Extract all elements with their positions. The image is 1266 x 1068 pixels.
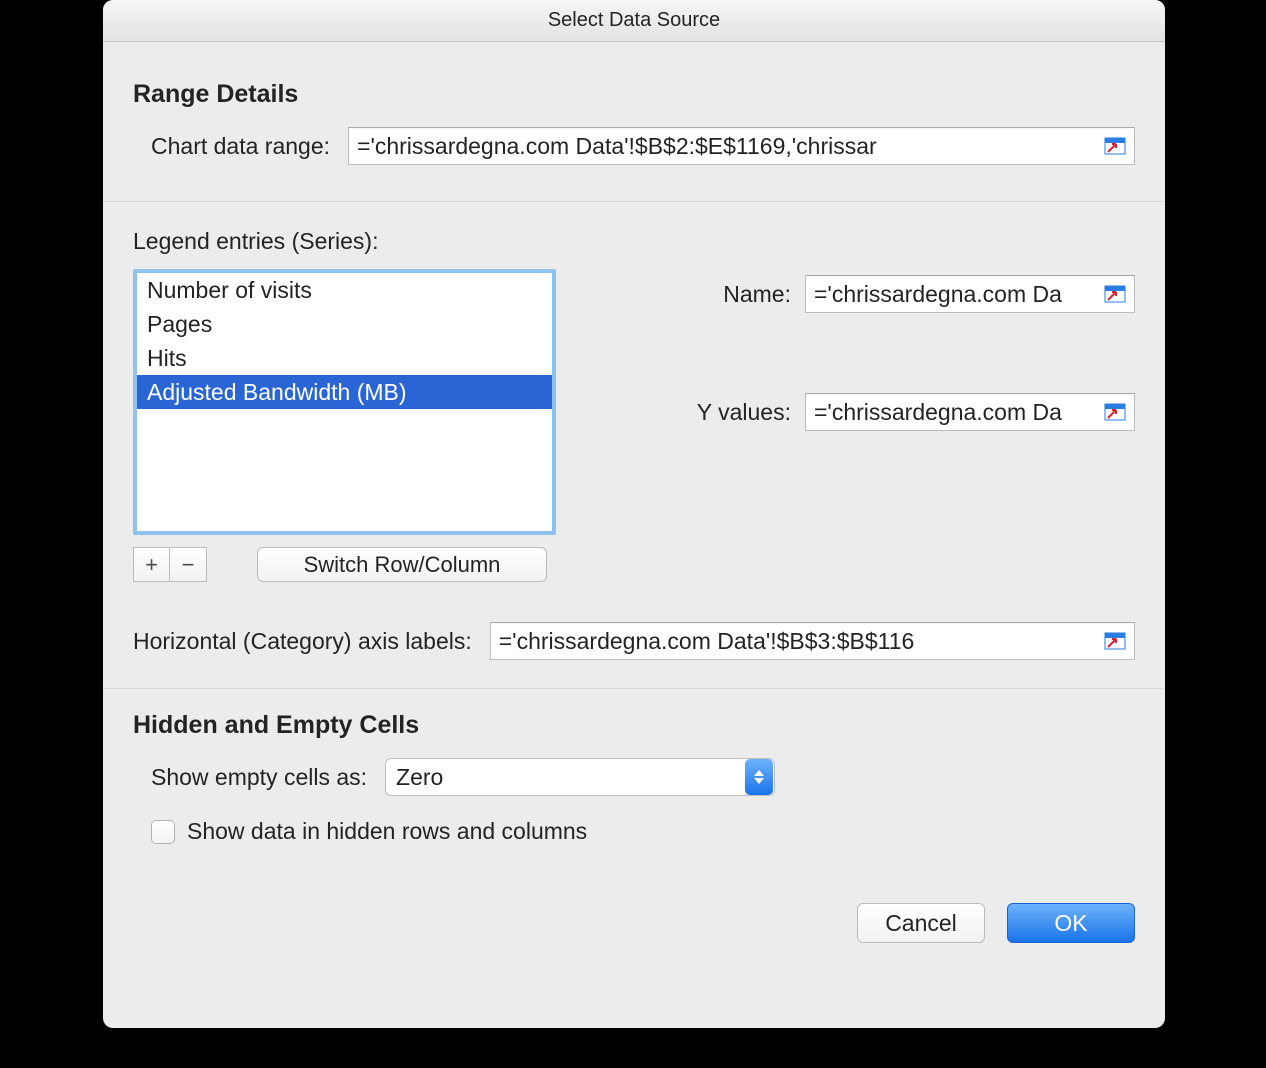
series-name-label: Name:: [723, 281, 791, 308]
collapse-dialog-icon[interactable]: [1102, 135, 1128, 157]
series-add-remove-group: + −: [133, 547, 207, 582]
chart-data-range-value: ='chrissardegna.com Data'!$B$2:$E$1169,'…: [357, 133, 1096, 160]
collapse-dialog-icon[interactable]: [1102, 401, 1128, 423]
series-name-value: ='chrissardegna.com Da: [814, 281, 1096, 308]
add-series-button[interactable]: +: [133, 547, 170, 582]
switch-row-column-button[interactable]: Switch Row/Column: [257, 547, 547, 582]
series-name-input[interactable]: ='chrissardegna.com Da: [805, 275, 1135, 313]
plus-icon: +: [145, 552, 158, 578]
axis-labels-value: ='chrissardegna.com Data'!$B$3:$B$116: [499, 628, 1096, 655]
collapse-dialog-icon[interactable]: [1102, 630, 1128, 652]
chart-data-range-input[interactable]: ='chrissardegna.com Data'!$B$2:$E$1169,'…: [348, 127, 1135, 165]
chart-data-range-label: Chart data range:: [151, 133, 330, 160]
window-title: Select Data Source: [548, 9, 720, 32]
empty-cells-value: Zero: [396, 764, 745, 791]
collapse-dialog-icon[interactable]: [1102, 283, 1128, 305]
legend-entries-heading: Legend entries (Series):: [133, 228, 1135, 255]
series-yvalues-label: Y values:: [697, 399, 791, 426]
empty-cells-select[interactable]: Zero: [385, 758, 775, 796]
series-item[interactable]: Hits: [137, 341, 552, 375]
series-item[interactable]: Adjusted Bandwidth (MB): [137, 375, 552, 409]
series-item[interactable]: Number of visits: [137, 273, 552, 307]
select-data-source-dialog: Select Data Source Range Details Chart d…: [103, 0, 1165, 1028]
show-hidden-checkbox[interactable]: [151, 820, 175, 844]
ok-button[interactable]: OK: [1007, 903, 1135, 943]
series-yvalues-value: ='chrissardegna.com Da: [814, 399, 1096, 426]
axis-labels-input[interactable]: ='chrissardegna.com Data'!$B$3:$B$116: [490, 622, 1135, 660]
minus-icon: −: [182, 552, 195, 578]
hidden-empty-heading: Hidden and Empty Cells: [133, 711, 1135, 740]
series-yvalues-input[interactable]: ='chrissardegna.com Da: [805, 393, 1135, 431]
select-stepper-icon: [745, 759, 773, 795]
axis-labels-label: Horizontal (Category) axis labels:: [133, 628, 472, 655]
window-titlebar: Select Data Source: [103, 0, 1165, 42]
series-listbox[interactable]: Number of visits Pages Hits Adjusted Ban…: [133, 269, 556, 535]
remove-series-button[interactable]: −: [170, 547, 207, 582]
show-hidden-label: Show data in hidden rows and columns: [187, 818, 587, 845]
series-item[interactable]: Pages: [137, 307, 552, 341]
empty-cells-label: Show empty cells as:: [151, 764, 367, 791]
range-details-heading: Range Details: [133, 80, 1135, 109]
section-divider: [103, 201, 1165, 202]
section-divider: [103, 688, 1165, 689]
cancel-button[interactable]: Cancel: [857, 903, 985, 943]
